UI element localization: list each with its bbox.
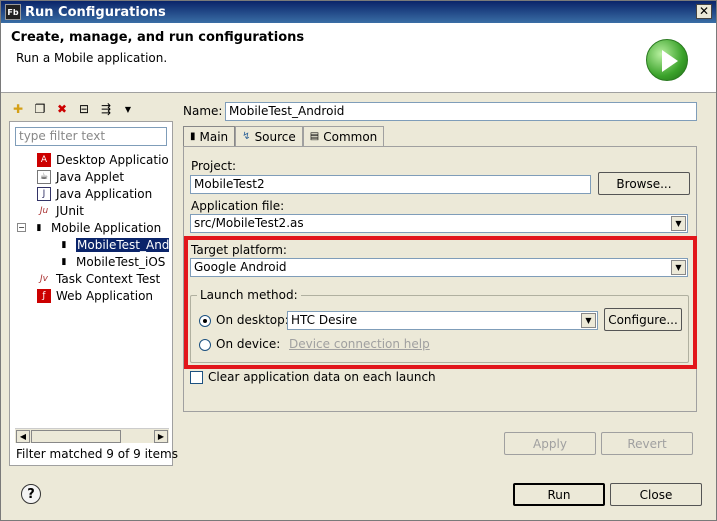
config-toolbar: ✚ ❐ ✖ ⊟ ⇶ ▼ bbox=[9, 99, 137, 119]
tree-item[interactable]: − ▮ Mobile Application bbox=[17, 219, 161, 236]
name-field[interactable]: MobileTest_Android bbox=[225, 102, 697, 121]
mobile-icon: ▮ bbox=[61, 256, 67, 267]
close-icon[interactable]: ✕ bbox=[696, 4, 712, 19]
junit-icon: Ju bbox=[39, 205, 49, 216]
apply-button[interactable]: Apply bbox=[504, 432, 596, 455]
app-file-value: src/MobileTest2.as bbox=[194, 216, 304, 230]
mobile-icon: ▮ bbox=[61, 239, 67, 250]
duplicate-icon[interactable]: ❐ bbox=[31, 100, 49, 118]
app-file-label: Application file: bbox=[191, 199, 285, 213]
window-title: Run Configurations bbox=[25, 4, 166, 20]
tree-item[interactable]: Ju JUnit bbox=[37, 202, 84, 219]
new-config-icon[interactable]: ✚ bbox=[9, 100, 27, 118]
java-icon: J bbox=[37, 186, 51, 201]
header-subtitle: Run a Mobile application. bbox=[16, 51, 168, 65]
flash-builder-icon: Fb bbox=[5, 4, 21, 20]
dialog-header: Create, manage, and run configurations R… bbox=[1, 23, 716, 93]
scroll-left-icon[interactable]: ◀ bbox=[16, 430, 30, 443]
help-icon[interactable]: ? bbox=[21, 484, 41, 504]
close-button[interactable]: Close bbox=[610, 483, 702, 506]
tree-item[interactable]: ☕ Java Applet bbox=[37, 168, 124, 185]
config-tabs: ▮ Main ↯ Source ▤ Common bbox=[183, 126, 385, 146]
run-configurations-window: Fb Run Configurations ✕ Create, manage, … bbox=[0, 0, 717, 521]
chevron-down-icon[interactable]: ▼ bbox=[671, 216, 686, 231]
scroll-thumb[interactable] bbox=[31, 430, 121, 443]
source-icon: ↯ bbox=[242, 131, 251, 142]
filter-input[interactable]: type filter text bbox=[15, 127, 167, 146]
flash-icon: ƒ bbox=[37, 288, 51, 303]
mobile-icon: ▮ bbox=[36, 222, 42, 233]
run-icon bbox=[646, 39, 688, 81]
run-button[interactable]: Run bbox=[513, 483, 605, 506]
tree-item-selected[interactable]: ▮MobileTest_Android bbox=[57, 236, 169, 253]
filter-icon[interactable]: ⇶ bbox=[97, 100, 115, 118]
tree-item[interactable]: J Java Application bbox=[37, 185, 152, 202]
tree-item[interactable]: ƒ Web Application bbox=[37, 287, 153, 304]
project-field[interactable]: MobileTest2 bbox=[190, 175, 591, 194]
project-label: Project: bbox=[191, 159, 237, 173]
tree-item[interactable]: ▮ MobileTest_iOS bbox=[57, 253, 166, 270]
applet-icon: ☕ bbox=[37, 169, 51, 184]
tab-source[interactable]: ↯ Source bbox=[235, 126, 303, 146]
delete-icon[interactable]: ✖ bbox=[53, 100, 71, 118]
collapse-all-icon[interactable]: ⊟ bbox=[75, 100, 93, 118]
tab-main[interactable]: ▮ Main bbox=[183, 126, 236, 146]
title-bar: Fb Run Configurations ✕ bbox=[1, 1, 716, 23]
task-icon: Jv bbox=[40, 273, 48, 284]
collapse-toggle-icon[interactable]: − bbox=[17, 223, 26, 232]
chevron-down-icon[interactable]: ▼ bbox=[119, 100, 137, 118]
app-file-select[interactable]: src/MobileTest2.as ▼ bbox=[190, 214, 688, 233]
filter-status: Filter matched 9 of 9 items bbox=[16, 447, 178, 461]
mobile-icon: ▮ bbox=[190, 131, 196, 142]
browse-button[interactable]: Browse... bbox=[598, 172, 690, 195]
horizontal-scrollbar[interactable]: ◀ ▶ bbox=[15, 428, 169, 443]
air-icon: A bbox=[37, 152, 51, 167]
tree-item[interactable]: A Desktop Application bbox=[37, 151, 169, 168]
tree-item[interactable]: Jv Task Context Test bbox=[37, 270, 160, 287]
config-tree: A Desktop Application ☕ Java Applet J Java … bbox=[15, 149, 169, 429]
name-label: Name: bbox=[183, 104, 223, 118]
header-title: Create, manage, and run configurations bbox=[11, 30, 305, 45]
highlight-box bbox=[184, 236, 697, 369]
common-icon: ▤ bbox=[309, 131, 320, 142]
clear-data-checkbox[interactable] bbox=[190, 371, 203, 384]
clear-data-label: Clear application data on each launch bbox=[208, 370, 436, 384]
tab-common[interactable]: ▤ Common bbox=[302, 126, 385, 146]
revert-button[interactable]: Revert bbox=[601, 432, 693, 455]
scroll-right-icon[interactable]: ▶ bbox=[154, 430, 168, 443]
